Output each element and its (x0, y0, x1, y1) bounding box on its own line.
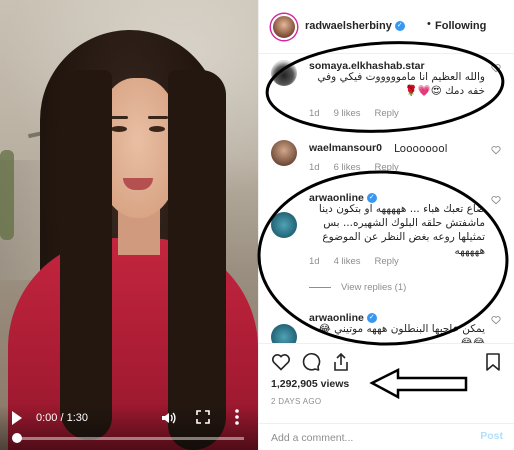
comment-time: 1d (309, 256, 320, 267)
post-date: 2 DAYS AGO (271, 397, 322, 406)
add-comment-bar: Post (259, 423, 514, 450)
comment-likes[interactable]: 6 likes (334, 162, 361, 173)
view-count[interactable]: 1,292,905 views (271, 378, 349, 390)
verified-icon: ✓ (394, 21, 405, 32)
heart-icon[interactable] (271, 352, 291, 372)
comment-time: 1d (309, 162, 320, 173)
fullscreen-icon[interactable] (196, 410, 210, 424)
following-button[interactable]: Following (435, 20, 486, 32)
heart-icon[interactable] (491, 63, 501, 73)
reply-button[interactable]: Reply (375, 162, 399, 173)
avatar[interactable] (271, 140, 297, 166)
person-hair-right (168, 70, 226, 450)
comment-input[interactable] (271, 431, 461, 445)
post-button[interactable]: Post (480, 430, 503, 442)
comment-username[interactable]: waelmansour0 (309, 142, 382, 154)
comment-meta: 1d 4 likes Reply (309, 256, 413, 267)
reply-button[interactable]: Reply (375, 256, 399, 267)
comment-icon[interactable] (301, 352, 321, 372)
comment-likes[interactable]: 9 likes (334, 108, 361, 119)
post-header: radwaelsherbiny ✓ • Following (259, 0, 514, 54)
comment-item: arwaonline ✓ ضاع تعبك هباء ... هههههه او … (259, 190, 514, 300)
post-actions: 1,292,905 views 2 DAYS AGO (259, 343, 514, 423)
play-icon[interactable] (12, 411, 22, 425)
avatar[interactable] (271, 14, 297, 40)
header-username[interactable]: radwaelsherbiny ✓ (305, 20, 405, 32)
comment-item: waelmansour0 Loooooool 1d 6 likes Reply (259, 140, 514, 176)
avatar[interactable] (271, 324, 297, 344)
comment-time: 1d (309, 108, 320, 119)
comment-meta: 1d 9 likes Reply (309, 108, 413, 119)
bookmark-icon[interactable] (483, 352, 503, 372)
comment-item: arwaonline ✓ يمكن عاجبها البنطلون هههه مو… (259, 310, 514, 344)
share-icon[interactable] (331, 352, 351, 372)
scrubber-handle[interactable] (12, 433, 22, 443)
view-replies-button[interactable]: View replies (1) (309, 282, 406, 293)
comment-text: والله العظيم انا ماموووووت فيكي وفي خفه … (317, 71, 485, 97)
comment-text: ضاع تعبك هباء ... هههههه او بتكون دينا م… (318, 203, 485, 257)
video-time: 0:00 / 1:30 (36, 412, 88, 424)
video-scrubber[interactable] (16, 437, 244, 440)
heart-icon[interactable] (491, 145, 501, 155)
comment-text: يمكن عاجبها البنطلون هههه موتيني 😂😂😂 (318, 323, 486, 344)
comment-text: Loooooool (394, 143, 448, 155)
person-hair-left (60, 70, 112, 440)
avatar[interactable] (271, 60, 297, 86)
reply-button[interactable]: Reply (375, 108, 399, 119)
comment-meta: 1d 6 likes Reply (309, 162, 413, 173)
video-player[interactable]: 0:00 / 1:30 (0, 0, 258, 450)
post-panel: radwaelsherbiny ✓ • Following somaya.elkh… (258, 0, 514, 450)
more-vertical-icon[interactable] (234, 408, 240, 426)
comment-item: somaya.elkhashab.star والله العظيم انا م… (259, 58, 514, 119)
avatar[interactable] (271, 212, 297, 238)
header-separator: • (427, 18, 431, 30)
volume-icon[interactable] (160, 410, 176, 426)
heart-icon[interactable] (491, 195, 501, 205)
header-username-text: radwaelsherbiny (305, 20, 392, 32)
comment-likes[interactable]: 4 likes (334, 256, 361, 267)
heart-icon[interactable] (491, 315, 501, 325)
video-plant (0, 150, 14, 240)
